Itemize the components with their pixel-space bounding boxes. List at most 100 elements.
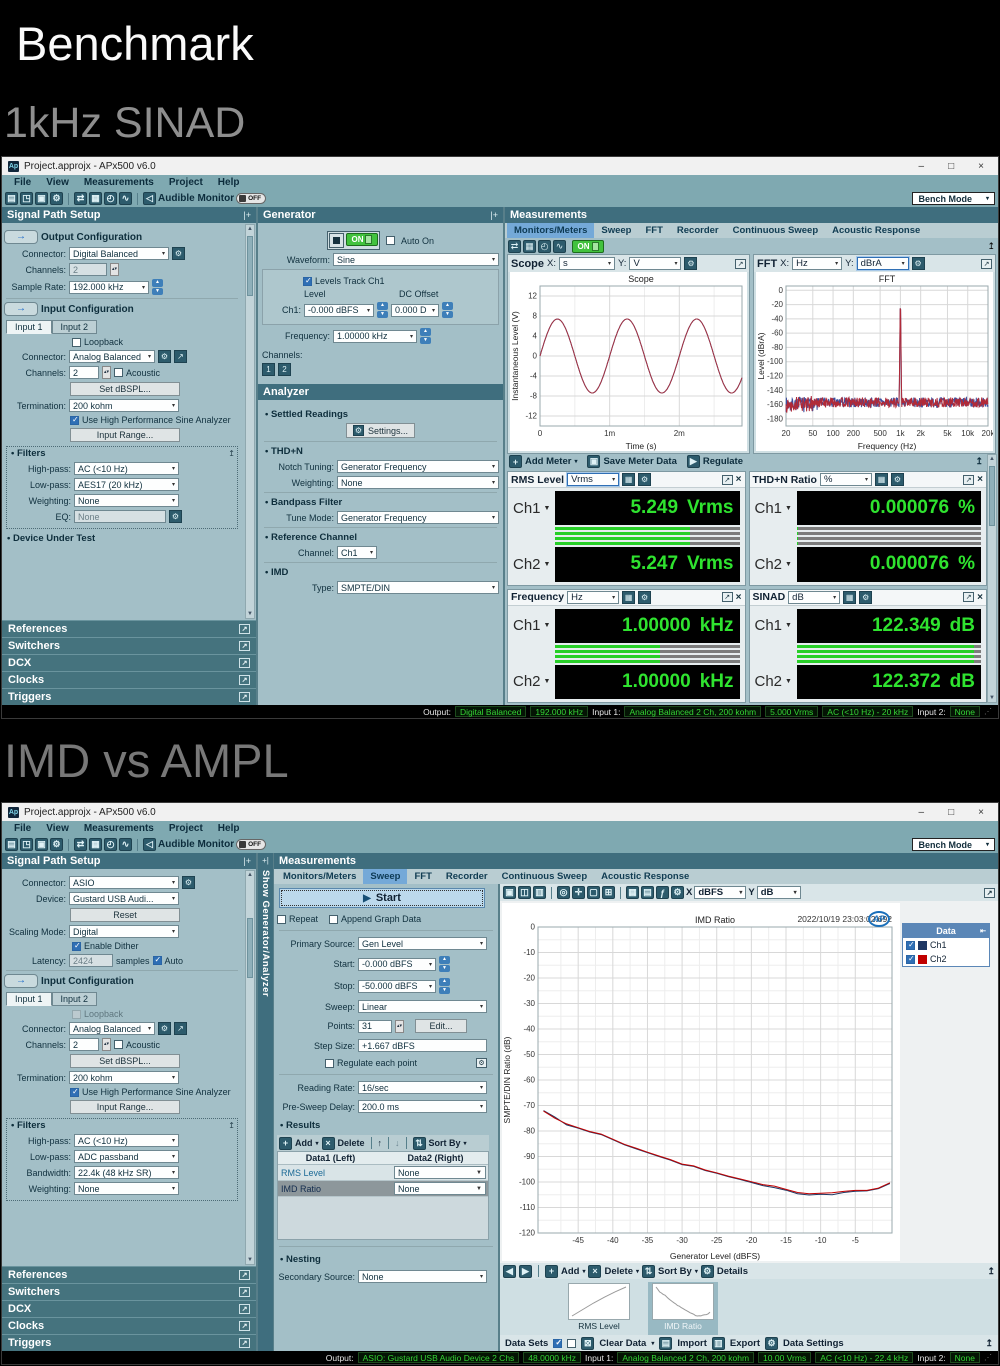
input-range-button[interactable]: Input Range...	[70, 428, 180, 442]
tab-fft[interactable]: FFT	[638, 223, 669, 238]
section-dcx[interactable]: DCX	[2, 654, 256, 671]
pin-icon[interactable]: |+	[243, 210, 251, 220]
collapse-icon[interactable]	[975, 456, 983, 467]
fft-y-select[interactable]: dBrA▾	[857, 257, 909, 270]
section-references[interactable]: References	[2, 1266, 256, 1283]
delete-icon[interactable]	[588, 1265, 601, 1278]
first-icon[interactable]	[503, 1265, 516, 1278]
tab-fft[interactable]: FFT	[407, 869, 438, 884]
input-connector-expand-icon[interactable]	[174, 1022, 187, 1035]
latency-input[interactable]: 2424	[69, 954, 113, 967]
settings-icon[interactable]	[50, 838, 63, 851]
bandwidth-select[interactable]: 22.4k (48 kHz SR)▾	[74, 1166, 179, 1179]
regulate-button[interactable]: Regulate	[687, 455, 743, 468]
ch2-selector[interactable]: Ch2▼	[513, 547, 551, 581]
save-meter-data-button[interactable]: Save Meter Data	[587, 455, 676, 468]
tab-input2[interactable]: Input 2	[52, 320, 98, 334]
step-size-input[interactable]: +1.667 dBFS	[358, 1039, 487, 1052]
loopback-checkbox[interactable]	[72, 338, 81, 347]
minimize-button[interactable]: –	[919, 161, 925, 172]
stop-spinner[interactable]: ▲▼	[439, 978, 450, 994]
output-connector-select[interactable]: ASIO▾	[69, 876, 179, 889]
popout-icon[interactable]	[239, 658, 250, 668]
fft-settings-icon[interactable]	[912, 257, 925, 270]
points-spinner[interactable]: ▴▾	[395, 1020, 404, 1033]
move-down-icon[interactable]	[395, 1138, 400, 1148]
start-spinner[interactable]: ▲▼	[439, 956, 450, 972]
pin-icon[interactable]: +|	[262, 856, 269, 865]
section-clocks[interactable]: Clocks	[2, 671, 256, 688]
input-connector-select[interactable]: Analog Balanced▾	[69, 1022, 155, 1035]
latency-auto-checkbox[interactable]	[153, 956, 162, 965]
left-scrollbar[interactable]: ▲▼	[245, 870, 255, 1265]
fft-chart[interactable]: 20501002005001k2k5k10k20k0-20-40-60-80-1…	[756, 272, 993, 451]
bench-mode-select[interactable]: Bench Mode▾	[912, 838, 995, 851]
secondary-source-select[interactable]: None▾	[358, 1270, 487, 1283]
start-button[interactable]: Start	[279, 888, 485, 908]
graph-settings-icon[interactable]	[671, 886, 684, 899]
input-channels-spinner[interactable]: ▴▾	[102, 1038, 111, 1051]
hpsa-checkbox[interactable]	[70, 416, 79, 425]
gen-ch2-button[interactable]: 2	[278, 363, 291, 376]
bargraph-icon[interactable]	[622, 473, 635, 486]
bargraph-icon[interactable]	[875, 473, 888, 486]
ch1-level-input[interactable]: -0.000 dBFS▾	[304, 304, 374, 317]
history-icon[interactable]	[538, 240, 551, 253]
collapse-icon[interactable]	[985, 1338, 993, 1349]
data2-select[interactable]: None▼	[394, 1182, 486, 1195]
connector-settings-icon[interactable]	[172, 247, 185, 260]
meter-settings-icon[interactable]	[638, 473, 651, 486]
signal-path-icon[interactable]	[74, 838, 87, 851]
export-label[interactable]: Export	[730, 1338, 760, 1349]
move-up-icon[interactable]	[378, 1138, 383, 1148]
add-meter-button[interactable]: Add Meter▾	[509, 455, 577, 468]
popout-icon[interactable]	[239, 675, 250, 685]
zoom-icon[interactable]	[557, 886, 570, 899]
tab-recorder[interactable]: Recorder	[439, 869, 495, 884]
cursor-icon[interactable]	[602, 886, 615, 899]
collapse-icon[interactable]	[228, 1121, 235, 1130]
popout-icon[interactable]	[239, 624, 250, 634]
result-row-rms[interactable]: RMS LevelNone▼	[278, 1165, 488, 1181]
frequency-spinner[interactable]: ▲▼	[420, 328, 431, 344]
add-result-label[interactable]: Add	[295, 1138, 313, 1148]
device-select[interactable]: Gustard USB Audi...▾	[69, 892, 179, 905]
tune-mode-select[interactable]: Generator Frequency▾	[337, 511, 499, 524]
menu-file[interactable]: File	[14, 823, 31, 834]
recorder-icon[interactable]	[104, 192, 117, 205]
unit-select[interactable]: dB▾	[788, 591, 840, 604]
input-channels-input[interactable]: 2	[69, 366, 99, 379]
graph-popout-icon[interactable]	[984, 888, 995, 898]
notch-tuning-select[interactable]: Generator Frequency▾	[337, 460, 499, 473]
result-row-imd[interactable]: IMD RatioNone▼	[278, 1181, 488, 1197]
show-generator-analyzer-strip[interactable]: +| Show Generator/Analyzer	[258, 853, 274, 1351]
section-triggers[interactable]: Triggers	[2, 1334, 256, 1351]
section-triggers[interactable]: Triggers	[2, 688, 256, 705]
monitor-icon[interactable]	[119, 192, 132, 205]
scaling-mode-select[interactable]: Digital▾	[69, 925, 179, 938]
tab-input1[interactable]: Input 1	[6, 992, 52, 1006]
imd-type-select[interactable]: SMPTE/DIN▾	[337, 581, 499, 594]
generator-on-toggle[interactable]: ON	[346, 233, 378, 246]
collapse-icon[interactable]	[987, 241, 995, 252]
close-button[interactable]: ×	[978, 161, 984, 172]
settings-icon[interactable]	[50, 192, 63, 205]
menu-file[interactable]: File	[14, 177, 31, 188]
set-dbspl-button[interactable]: Set dBSPL...	[70, 382, 180, 396]
ch2-selector[interactable]: Ch2▼	[513, 665, 551, 699]
input-connector-expand-icon[interactable]	[174, 350, 187, 363]
connector-settings-icon[interactable]	[182, 876, 195, 889]
meter-close-icon[interactable]: ×	[977, 474, 983, 485]
enable-dither-checkbox[interactable]	[72, 942, 81, 951]
pan-icon[interactable]	[572, 886, 585, 899]
thumbnail-rms-level[interactable]: RMS Level	[564, 1282, 634, 1335]
menu-measurements[interactable]: Measurements	[84, 823, 154, 834]
tab-sweep[interactable]: Sweep	[363, 869, 407, 884]
reading-rate-select[interactable]: 16/sec▾	[358, 1081, 487, 1094]
meters-icon[interactable]	[89, 838, 102, 851]
popout-icon[interactable]	[239, 1321, 250, 1331]
repeat-checkbox[interactable]	[277, 915, 286, 924]
delete-result-label[interactable]: Delete	[338, 1138, 365, 1148]
popout-icon[interactable]	[239, 641, 250, 651]
scope-popout-icon[interactable]	[735, 259, 746, 269]
